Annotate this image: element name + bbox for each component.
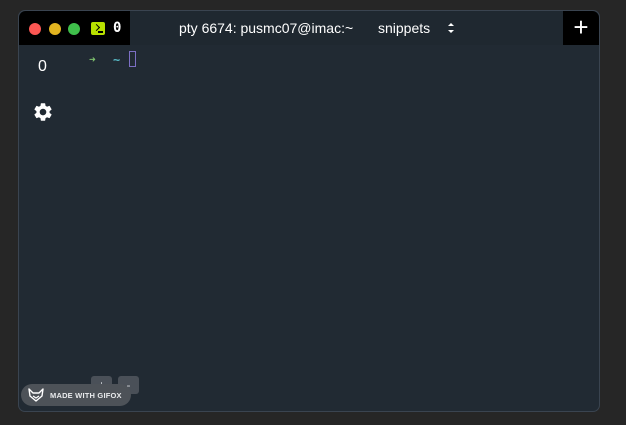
terminal-icon [91,22,105,35]
sidebar-index: 0 [38,58,47,75]
tab-current[interactable]: 0 [19,11,130,45]
updown-chevron-icon [448,23,454,33]
title-bar: 0 pty 6674: pusmc07@imac:~ snippets + [19,11,599,45]
tab-count: 0 [113,20,122,36]
gifox-text: MADE WITH GIFOX [50,390,122,400]
close-window-button[interactable] [29,23,41,35]
fox-icon [28,388,44,402]
window-title: pty 6674: pusmc07@imac:~ [179,20,354,36]
text-cursor [129,51,136,67]
gear-icon[interactable] [32,101,54,123]
zoom-window-button[interactable] [68,23,80,35]
prompt-directory: ~ [113,53,121,67]
prompt-arrow: ➜ [89,53,96,66]
snippets-label: snippets [378,20,431,36]
add-tab-button[interactable]: + [563,11,599,45]
minimize-window-button[interactable] [49,23,61,35]
terminal-window: 0 pty 6674: pusmc07@imac:~ snippets + 0 … [18,10,600,412]
gifox-watermark: MADE WITH GIFOX [21,384,131,406]
snippets-select[interactable]: snippets [375,17,465,39]
